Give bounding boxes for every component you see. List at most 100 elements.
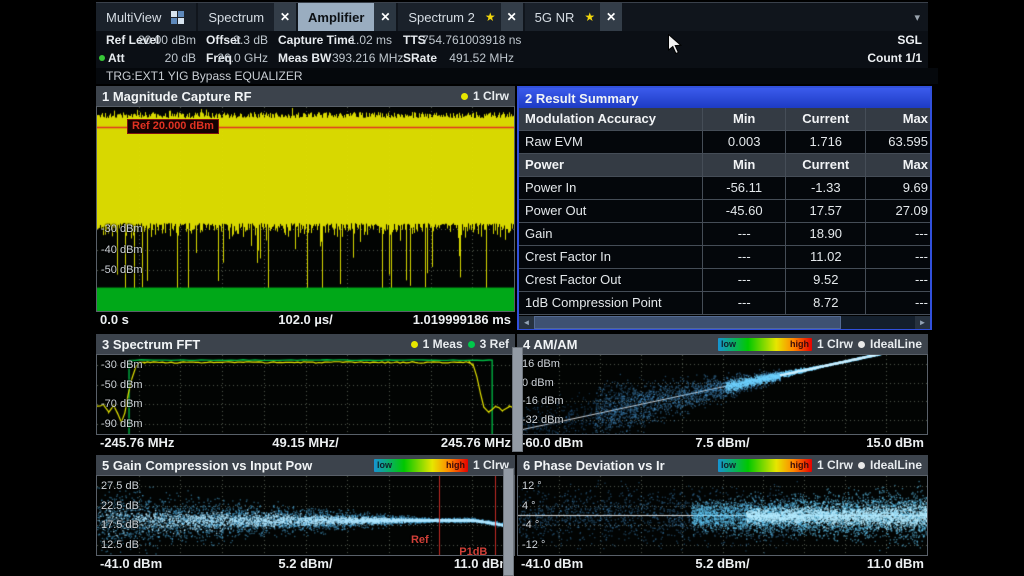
x-axis-per-div: 5.2 dBm/ (278, 556, 332, 571)
scroll-left-icon[interactable]: ◄ (519, 316, 534, 329)
tab-spectrum-2[interactable]: Spectrum 2 ★ ✕ (398, 3, 522, 31)
magnitude-capture-plot[interactable]: Ref 20.000 dBm -30 dBm -40 dBm -50 dBm (96, 106, 515, 312)
magnitude-capture-canvas[interactable] (97, 107, 514, 311)
ref-level-value[interactable]: 20.00 dBm (132, 31, 196, 49)
trace-legend-label: 1 Clrw (817, 337, 853, 351)
spectrum-fft-plot[interactable]: -30 dBm -50 dBm -70 dBm -90 dBm (96, 354, 515, 435)
spectrum-fft-canvas[interactable] (97, 355, 514, 434)
tab-amplifier[interactable]: Amplifier ✕ (298, 3, 396, 31)
x-axis-stop: 245.76 MHz (441, 435, 511, 450)
am-am-canvas[interactable] (518, 355, 927, 434)
offset-value[interactable]: 2.3 dB (226, 31, 268, 49)
heat-low-label: low (721, 339, 736, 349)
y-axis-tick: -40 dBm (101, 244, 143, 256)
heatmap-scale-icon: low high (374, 459, 468, 472)
trace-legend-label: 3 Ref (480, 337, 509, 351)
window-title: 1 Magnitude Capture RF (102, 89, 252, 104)
trace-dot-icon (858, 341, 865, 348)
y-axis-tick: -90 dBm (101, 418, 143, 430)
table-section-header: Modulation AccuracyMinCurrentMax (519, 108, 930, 131)
trace-dot-icon (411, 341, 418, 348)
meas-bw-label: Meas BW (278, 49, 331, 67)
vertical-scrollbar[interactable] (512, 347, 523, 452)
window-title-bar[interactable]: 5 Gain Compression vs Input Pow low high… (96, 455, 515, 475)
att-value[interactable]: 20 dB (132, 49, 196, 67)
scroll-right-icon[interactable]: ► (915, 316, 930, 329)
star-icon: ★ (485, 10, 496, 24)
x-axis-stop: 1.019999186 ms (413, 312, 511, 327)
y-axis-tick: 27.5 dB (101, 480, 139, 492)
trace-legend: low high 1 Clrw IdealLine (718, 458, 922, 472)
tab-overflow-arrow-icon[interactable]: ▾ (906, 3, 928, 31)
y-axis-tick: -30 dBm (101, 223, 143, 235)
window-title-bar[interactable]: 4 AM/AM low high 1 Clrw IdealLine (517, 334, 928, 354)
window-title-bar[interactable]: 2 Result Summary (519, 88, 930, 108)
ref-marker-label[interactable]: Ref (411, 534, 429, 546)
y-axis-tick: -12 ° (522, 539, 545, 551)
srate-value[interactable]: 491.52 MHz (444, 49, 514, 67)
table-row: Gain---18.90--- (519, 223, 930, 246)
heat-low-label: low (377, 460, 392, 470)
count-status: Count 1/1 (867, 49, 922, 67)
window-title-bar[interactable]: 3 Spectrum FFT 1 Meas 3 Ref (96, 334, 515, 354)
window-title-bar[interactable]: 6 Phase Deviation vs Ir low high 1 Clrw … (517, 455, 928, 475)
freq-value[interactable]: 26.0 GHz (214, 49, 268, 67)
tab-spectrum[interactable]: Spectrum ✕ (198, 3, 296, 31)
close-icon[interactable]: ✕ (374, 3, 396, 31)
tab-multiview[interactable]: MultiView (96, 3, 196, 31)
tab-label: Spectrum (208, 10, 274, 25)
am-am-plot[interactable]: 16 dBm 0 dBm -16 dBm -32 dBm (517, 354, 928, 435)
meas-bw-value[interactable]: 393.216 MHz (332, 49, 392, 67)
tab-5g-nr[interactable]: 5G NR ★ ✕ (525, 3, 623, 31)
table-row: Power In-56.11-1.339.69 (519, 177, 930, 200)
tts-value[interactable]: 754.761003918 ns (422, 31, 514, 49)
window-result-summary: 2 Result Summary Modulation AccuracyMinC… (517, 86, 932, 330)
y-axis-tick: 16 dBm (522, 358, 560, 370)
x-axis-start: -245.76 MHz (100, 435, 174, 450)
star-icon: ★ (584, 10, 595, 24)
horizontal-scrollbar[interactable]: ◄ ► (519, 316, 930, 329)
capture-time-label: Capture Time (278, 31, 354, 49)
window-title: 3 Spectrum FFT (102, 337, 200, 352)
gain-compression-canvas[interactable] (97, 476, 514, 555)
sgl-status: SGL (897, 31, 922, 49)
multiview-grid-icon (171, 11, 184, 24)
window-am-am: 4 AM/AM low high 1 Clrw IdealLine 16 dBm… (517, 334, 928, 453)
close-icon[interactable]: ✕ (274, 3, 296, 31)
x-axis-scale: -41.0 dBm 5.2 dBm/ 11.0 dBm (517, 554, 928, 574)
close-icon[interactable]: ✕ (501, 3, 523, 31)
result-summary-table: Modulation AccuracyMinCurrentMaxRaw EVM0… (519, 108, 930, 315)
trigger-status-line: TRG:EXT1 YIG Bypass EQUALIZER (96, 68, 938, 84)
window-gain-compression: 5 Gain Compression vs Input Pow low high… (96, 455, 515, 576)
trace-legend-label: 1 Clrw (817, 458, 853, 472)
trace-dot-icon (461, 93, 468, 100)
x-axis-stop: 15.0 dBm (866, 435, 924, 450)
table-row: Raw EVM0.0031.71663.595 (519, 131, 930, 154)
trace-dot-icon (858, 462, 865, 469)
vertical-scrollbar[interactable] (503, 468, 514, 576)
heat-high-label: high (446, 460, 465, 470)
x-axis-start: 0.0 s (100, 312, 129, 327)
table-row: Power Out-45.6017.5727.09 (519, 200, 930, 223)
y-axis-tick: 12 ° (522, 480, 542, 492)
close-icon[interactable]: ✕ (600, 3, 622, 31)
y-axis-tick: -4 ° (522, 519, 539, 531)
phase-deviation-plot[interactable]: 12 ° 4 ° -4 ° -12 ° (517, 475, 928, 556)
scrollbar-track[interactable] (841, 316, 915, 329)
tab-label: Amplifier (308, 10, 374, 25)
y-axis-tick: 12.5 dB (101, 539, 139, 551)
window-title-bar[interactable]: 1 Magnitude Capture RF 1 Clrw (96, 86, 515, 106)
table-row: Crest Factor Out---9.52--- (519, 269, 930, 292)
x-axis-scale: -41.0 dBm 5.2 dBm/ 11.0 dBm (96, 554, 515, 574)
settings-row-1: Ref Level 20.00 dBm Offset 2.3 dB Captur… (96, 31, 928, 49)
capture-time-value[interactable]: 1.02 ms (348, 31, 392, 49)
gain-compression-plot[interactable]: 27.5 dB 22.5 dB 17.5 dB 12.5 dB Ref P1dB (96, 475, 515, 556)
scrollbar-thumb[interactable] (534, 316, 841, 329)
heatmap-scale-icon: low high (718, 459, 812, 472)
phase-deviation-canvas[interactable] (518, 476, 927, 555)
x-axis-scale: -245.76 MHz 49.15 MHz/ 245.76 MHz (96, 433, 515, 453)
tab-label: Spectrum 2 (408, 10, 484, 25)
heat-low-label: low (721, 460, 736, 470)
x-axis-start: -41.0 dBm (100, 556, 162, 571)
window-title: 2 Result Summary (525, 91, 638, 106)
